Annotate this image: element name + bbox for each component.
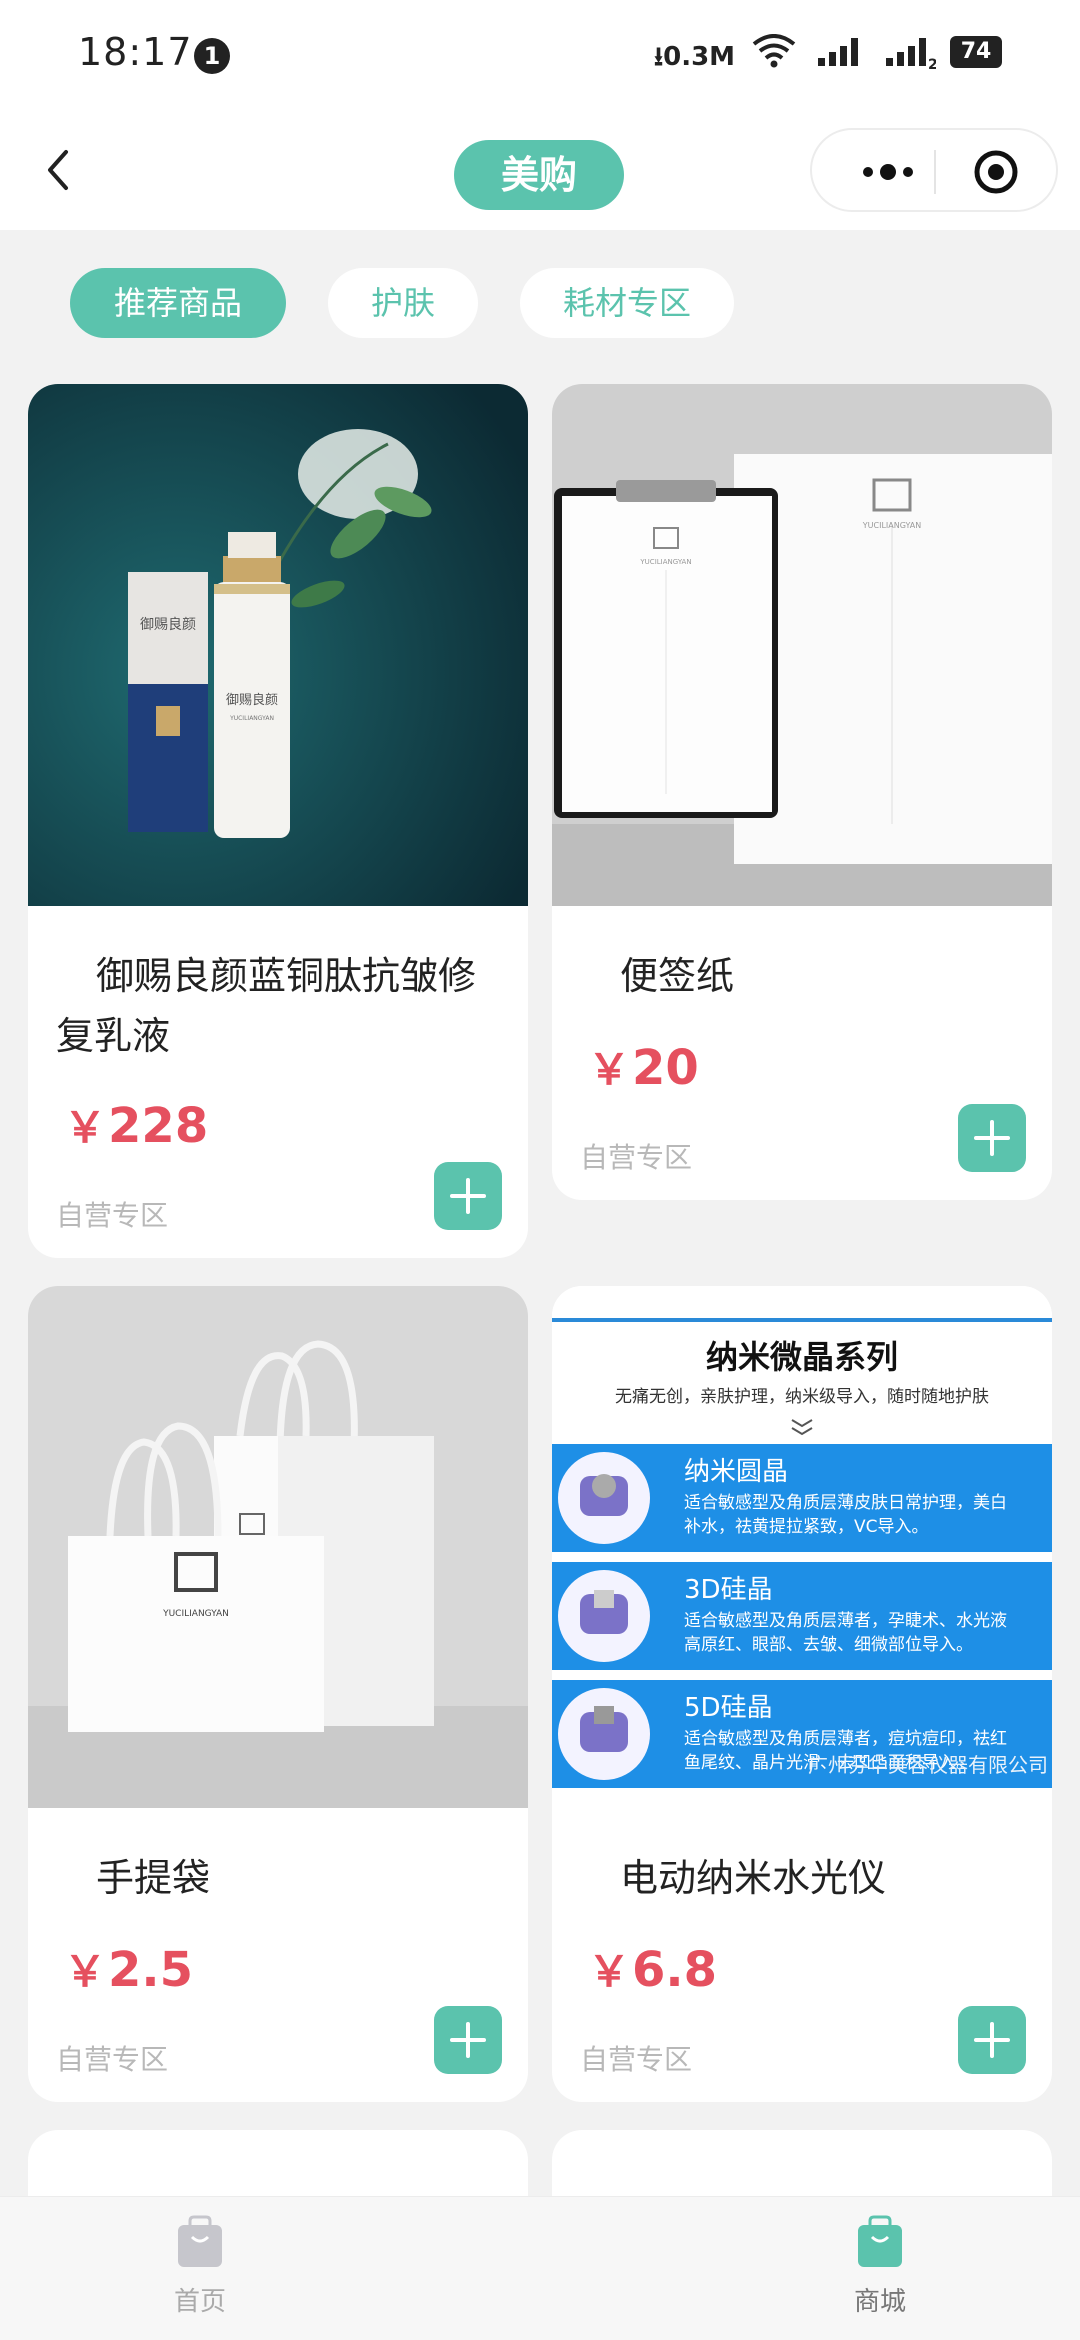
product-tag: 自营专区 bbox=[56, 1199, 169, 1232]
tabbar-item-home[interactable]: 首页 bbox=[130, 2215, 270, 2318]
lotion-box-brand: 御赐良颜 bbox=[140, 617, 196, 633]
product-card[interactable]: 纳米微晶系列 无痛无创，亲肤护理，纳米级导入，随时随地护肤 纳米圆晶 适合敏感型… bbox=[552, 1286, 1052, 2102]
product-price: ￥6.8 bbox=[588, 1938, 717, 1999]
close-mini-program-icon[interactable] bbox=[972, 148, 1020, 196]
product-name: 电动纳米水光仪 bbox=[620, 1856, 887, 1900]
bottom-tab-bar: 首页 商城 bbox=[0, 2196, 1080, 2340]
nano-title: 纳米微晶系列 bbox=[706, 1338, 898, 1376]
network-speed-value: 0.3M bbox=[663, 42, 736, 72]
nav-bar: 美购 bbox=[0, 110, 1080, 230]
product-card[interactable]: YUCILIANGYAN YUCILIANGYAN 手提袋 ￥2.5 自营专区 bbox=[28, 1286, 528, 2102]
sim2-label: 2 bbox=[928, 57, 936, 70]
currency-symbol: ￥ bbox=[64, 1103, 107, 1152]
nano-watermark: 广州芬华美容仪器有限公司 bbox=[808, 1753, 1048, 1777]
tab-skincare[interactable]: 护肤 bbox=[328, 268, 478, 338]
product-name: 手提袋 bbox=[96, 1856, 211, 1900]
nano-row-desc: 适合敏感型及角质层薄皮肤日常护理，美白 bbox=[684, 1493, 1007, 1513]
product-image: YUCILIANGYAN YUCILIANGYAN bbox=[552, 384, 1052, 906]
tabbar-item-mall[interactable]: 商城 bbox=[810, 2215, 950, 2318]
battery-indicator: 74 bbox=[950, 36, 1002, 68]
category-tabs: 推荐商品 护肤 耗材专区 bbox=[0, 268, 1080, 342]
tab-recommended[interactable]: 推荐商品 bbox=[70, 268, 286, 338]
nano-row-desc: 适合敏感型及角质层薄者，痘坑痘印，祛红 bbox=[684, 1729, 1007, 1749]
product-card[interactable]: 御赐良颜 御赐良颜 YUCILIANGYAN 御赐良颜蓝铜肽抗皱修复乳液 ￥22… bbox=[28, 384, 528, 1258]
product-price: ￥2.5 bbox=[64, 1938, 193, 1999]
status-bar: 18:17 1 ⭳0.3M 2 74 bbox=[0, 0, 1080, 110]
price-value: 2.5 bbox=[108, 1942, 194, 1998]
currency-symbol: ￥ bbox=[64, 1947, 107, 1996]
product-price: ￥228 bbox=[64, 1094, 208, 1155]
tabbar-label: 商城 bbox=[853, 2287, 906, 2317]
product-price: ￥20 bbox=[588, 1036, 699, 1097]
nano-row: 3D硅晶 适合敏感型及角质层薄者，孕睫术、水光液 高原红、眼部、去皱、细微部位导… bbox=[552, 1562, 1052, 1670]
tab-consumables[interactable]: 耗材专区 bbox=[520, 268, 734, 338]
notification-badge: 1 bbox=[194, 38, 230, 74]
product-tag: 自营专区 bbox=[580, 2043, 693, 2076]
nano-subtitle: 无痛无创，亲肤护理，纳米级导入，随时随地护肤 bbox=[615, 1387, 989, 1407]
mall-bag-icon bbox=[858, 2215, 902, 2267]
price-value: 228 bbox=[108, 1098, 209, 1154]
product-name: 御赐良颜蓝铜肽抗皱修复乳液 bbox=[56, 954, 477, 1058]
nano-row: 纳米圆晶 适合敏感型及角质层薄皮肤日常护理，美白 补水，祛黄提拉紧致，VC导入。 bbox=[552, 1444, 1052, 1552]
currency-symbol: ￥ bbox=[588, 1045, 631, 1094]
product-image: YUCILIANGYAN YUCILIANGYAN bbox=[28, 1286, 528, 1808]
notepad-brand-right: YUCILIANGYAN bbox=[862, 521, 922, 530]
capsule-divider bbox=[934, 150, 936, 194]
add-to-cart-button[interactable] bbox=[434, 2006, 502, 2074]
currency-symbol: ￥ bbox=[588, 1947, 631, 1996]
signal-sim2-icon: 2 bbox=[886, 38, 936, 70]
nano-row-desc: 适合敏感型及角质层薄者，孕睫术、水光液 bbox=[684, 1611, 1007, 1631]
add-to-cart-button[interactable] bbox=[958, 1104, 1026, 1172]
price-value: 6.8 bbox=[632, 1942, 718, 1998]
network-speed: ⭳0.3M bbox=[654, 42, 736, 72]
nano-row-name: 3D硅晶 bbox=[684, 1575, 773, 1605]
product-name: 便签纸 bbox=[620, 954, 735, 998]
nano-row-name: 纳米圆晶 bbox=[684, 1457, 788, 1487]
more-icon[interactable] bbox=[848, 154, 928, 190]
product-card[interactable]: YUCILIANGYAN YUCILIANGYAN 便签纸 ￥20 自营专区 bbox=[552, 384, 1052, 1200]
notepad-brand-left: YUCILIANGYAN bbox=[639, 558, 691, 566]
status-time: 18:17 bbox=[78, 30, 193, 74]
large-bag-brand: YUCILIANGYAN bbox=[162, 1609, 229, 1619]
product-tag: 自营专区 bbox=[580, 1141, 693, 1174]
product-image: 纳米微晶系列 无痛无创，亲肤护理，纳米级导入，随时随地护肤 纳米圆晶 适合敏感型… bbox=[552, 1286, 1052, 1808]
product-tag: 自营专区 bbox=[56, 2043, 169, 2076]
page-title: 美购 bbox=[454, 140, 624, 210]
price-value: 20 bbox=[632, 1040, 699, 1096]
signal-icon bbox=[818, 38, 858, 66]
home-bag-icon bbox=[178, 2215, 222, 2267]
add-to-cart-button[interactable] bbox=[434, 1162, 502, 1230]
lotion-bottle-sub: YUCILIANGYAN bbox=[229, 715, 274, 722]
nano-row-desc: 高原红、眼部、去皱、细微部位导入。 bbox=[684, 1635, 973, 1655]
wifi-icon bbox=[752, 34, 796, 68]
mini-program-capsule bbox=[810, 128, 1058, 212]
nano-row-name: 5D硅晶 bbox=[684, 1693, 773, 1723]
back-arrow-icon[interactable] bbox=[38, 140, 78, 200]
nano-row-desc: 补水，祛黄提拉紧致，VC导入。 bbox=[684, 1517, 929, 1537]
tabbar-label: 首页 bbox=[173, 2287, 226, 2317]
lotion-bottle-brand: 御赐良颜 bbox=[226, 692, 278, 708]
add-to-cart-button[interactable] bbox=[958, 2006, 1026, 2074]
product-image: 御赐良颜 御赐良颜 YUCILIANGYAN bbox=[28, 384, 528, 906]
